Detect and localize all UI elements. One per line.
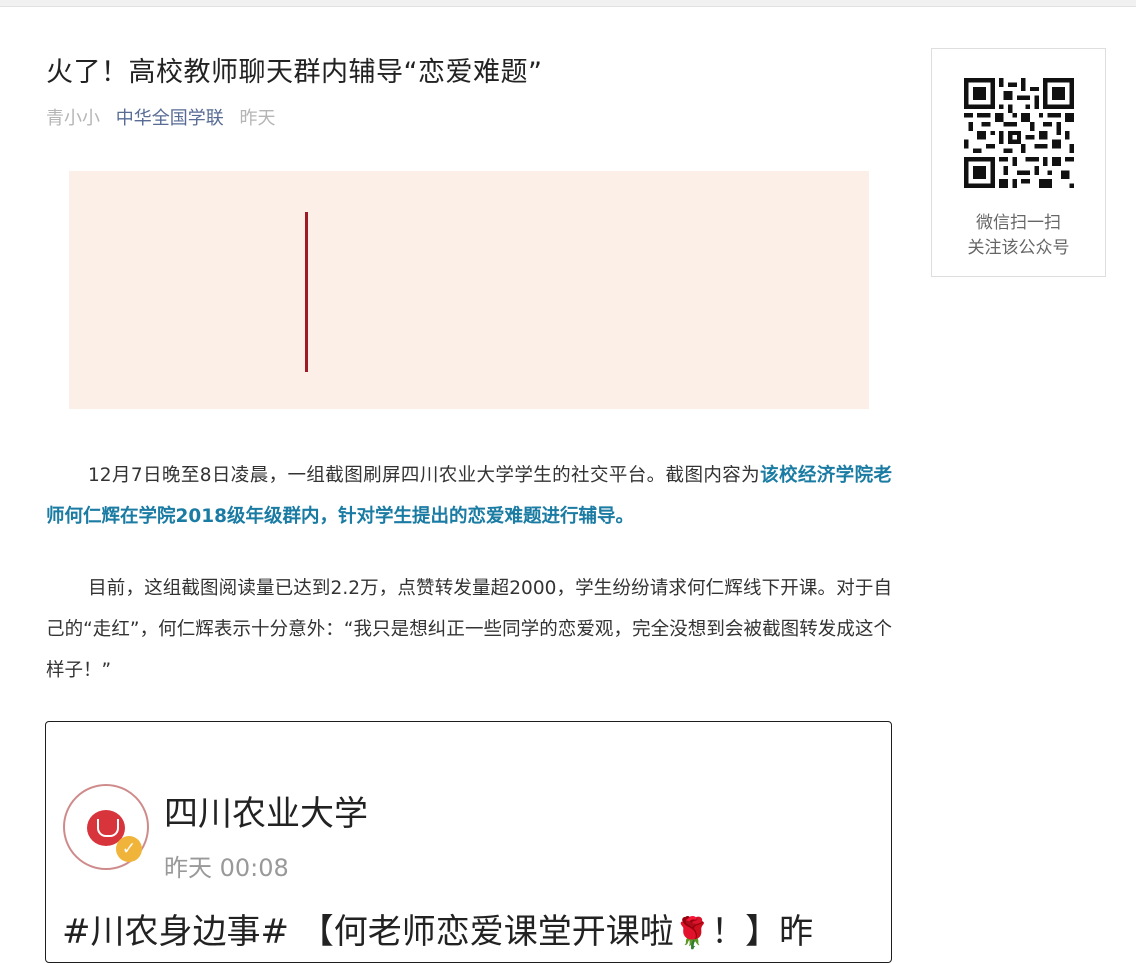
post-text-end: ！】昨: [711, 912, 814, 952]
top-border: [0, 0, 1136, 7]
post-time: 昨天 00:08: [164, 854, 289, 882]
header-banner-image: [69, 171, 869, 409]
paragraph-1: 12月7日晚至8日凌晨，一组截图刷屏四川农业大学学生的社交平台。截图内容为该校经…: [46, 455, 892, 537]
account-link[interactable]: 中华全国学联: [116, 108, 224, 129]
org-name: 四川农业大学: [164, 794, 368, 834]
embedded-screenshot: ✓ 四川农业大学 昨天 00:08 #川农身边事# 【何老师恋爱课堂开课啦🌹！】…: [45, 721, 892, 963]
qr-panel: 微信扫一扫 关注该公众号: [931, 48, 1106, 277]
paragraph-2: 目前，这组截图阅读量已达到2.2万，点赞转发量超2000，学生纷纷请求何仁辉线下…: [46, 568, 892, 691]
banner-vertical-line: [305, 212, 308, 372]
article-title: 火了！高校教师聊天群内辅导“恋爱难题”: [46, 57, 543, 88]
post-text-start: #川农身边事# 【何老师恋爱课堂开课啦: [62, 912, 674, 952]
paragraph-1-text: 12月7日晚至8日凌晨，一组截图刷屏四川农业大学学生的社交平台。截图内容为: [88, 465, 761, 486]
qr-caption-line1: 微信扫一扫: [976, 213, 1061, 233]
qr-caption-line2: 关注该公众号: [967, 238, 1070, 258]
publish-date: 昨天: [239, 108, 276, 129]
verified-badge-icon: ✓: [116, 836, 142, 862]
author-name: 青小小: [46, 108, 100, 129]
article-meta: 青小小 中华全国学联 昨天: [46, 104, 275, 130]
post-text: #川农身边事# 【何老师恋爱课堂开课啦🌹！】昨: [62, 904, 813, 953]
qr-code-icon: [964, 78, 1074, 188]
paragraph-2-text: 目前，这组截图阅读量已达到2.2万，点赞转发量超2000，学生纷纷请求何仁辉线下…: [46, 578, 892, 681]
rose-icon: 🌹: [673, 916, 712, 951]
